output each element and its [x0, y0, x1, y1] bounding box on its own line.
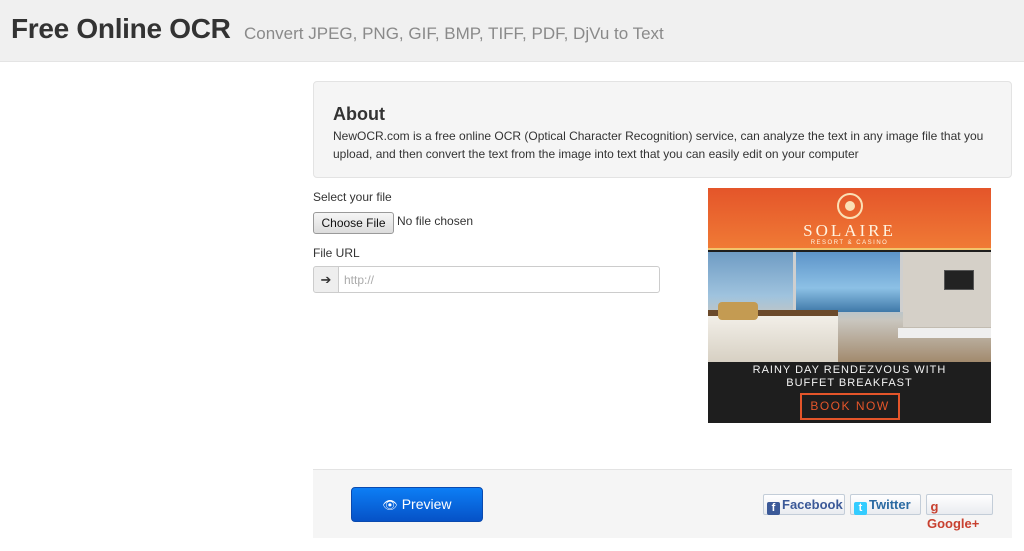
- facebook-label: Facebook: [782, 497, 843, 512]
- ad-brand-sub: RESORT & CASINO: [810, 240, 889, 246]
- file-url-label: File URL: [313, 246, 360, 260]
- ad-photo-pillow: [718, 302, 758, 320]
- facebook-icon: f: [767, 502, 780, 515]
- advertisement-banner[interactable]: SOLAIRE RESORT & CASINO RAINY DAY RENDEZ…: [708, 188, 991, 423]
- preview-button[interactable]: 👁 Preview: [351, 487, 483, 522]
- ad-photo-desk: [898, 328, 991, 338]
- google-plus-share-button[interactable]: g Google+: [926, 494, 993, 531]
- twitter-label: Twitter: [869, 497, 911, 512]
- ad-headline-line-2: BUFFET BREAKFAST: [786, 377, 913, 389]
- facebook-share-button[interactable]: f Facebook: [763, 494, 845, 515]
- google-plus-icon: g: [930, 499, 939, 514]
- ad-photo-tv: [944, 270, 974, 290]
- google-label: Google+: [927, 516, 980, 531]
- file-url-group: ➔: [313, 266, 660, 293]
- arrow-right-icon: ➔: [313, 266, 339, 293]
- preview-label: Preview: [401, 496, 452, 512]
- select-file-label: Select your file: [313, 190, 392, 204]
- file-url-input[interactable]: [338, 266, 660, 293]
- about-heading: About: [333, 104, 385, 124]
- about-panel: About NewOCR.com is a free online OCR (O…: [313, 81, 1012, 178]
- book-now-button[interactable]: BOOK NOW: [800, 393, 900, 420]
- form-footer: 👁 Preview f Facebook t Twitter g Google+: [313, 469, 1012, 538]
- sun-logo-icon: [837, 193, 863, 219]
- ad-hotel-photo: [708, 252, 991, 362]
- ad-header: SOLAIRE RESORT & CASINO: [708, 188, 991, 250]
- ad-brand: SOLAIRE: [803, 221, 896, 240]
- page-title: Free Online OCR: [11, 13, 231, 44]
- twitter-share-button[interactable]: t Twitter: [850, 494, 921, 515]
- page-header: Free Online OCR Convert JPEG, PNG, GIF, …: [0, 0, 1024, 62]
- choose-file-button[interactable]: Choose File: [313, 212, 394, 234]
- about-text: NewOCR.com is a free online OCR (Optical…: [333, 129, 984, 161]
- ad-headline-line-1: RAINY DAY RENDEZVOUS WITH: [752, 364, 947, 376]
- no-file-status: No file chosen: [397, 214, 474, 228]
- ad-headline: RAINY DAY RENDEZVOUS WITH BUFFET BREAKFA…: [708, 364, 991, 390]
- eye-icon: 👁: [382, 498, 398, 512]
- ad-photo-window: [793, 252, 903, 312]
- page-subtitle: Convert JPEG, PNG, GIF, BMP, TIFF, PDF, …: [244, 24, 664, 43]
- twitter-icon: t: [854, 502, 867, 515]
